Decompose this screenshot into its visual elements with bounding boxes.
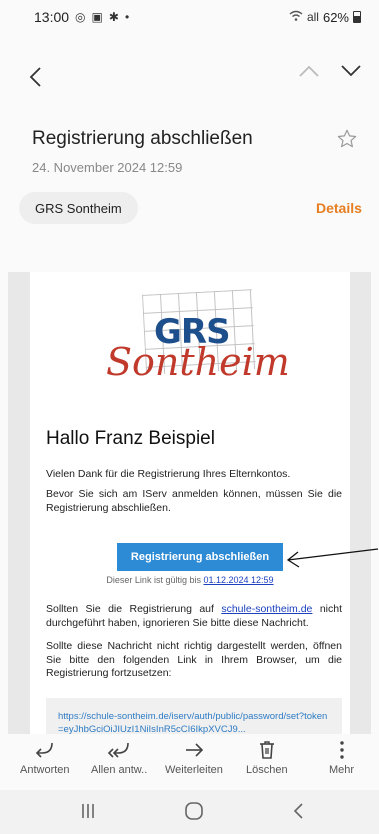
more-label: Mehr — [329, 764, 355, 776]
back-button[interactable] — [28, 66, 42, 92]
more-button[interactable]: Mehr — [329, 740, 354, 776]
reply-button[interactable]: Antworten — [20, 740, 70, 776]
nav-row — [0, 58, 379, 98]
back-arrow-icon — [293, 803, 303, 819]
greeting: Hallo Franz Beispiel — [46, 428, 215, 449]
mail-card: GRS Sontheim Hallo Franz Beispiel Vielen… — [30, 272, 350, 734]
mail-subject: Registrierung abschließen — [32, 128, 253, 149]
forward-icon — [185, 743, 204, 757]
system-back-button[interactable] — [292, 802, 304, 825]
mail-date: 24. November 2024 12:59 — [32, 160, 183, 175]
chevron-left-icon — [29, 67, 41, 87]
school-logo: GRS Sontheim — [106, 289, 290, 388]
delete-button[interactable]: Löschen — [246, 740, 288, 776]
link-validity: Dieser Link ist gültig bis 01.12.2024 12… — [30, 575, 350, 585]
star-button[interactable] — [336, 128, 358, 155]
battery-percent: 62% — [322, 9, 349, 25]
reply-all-icon — [107, 742, 129, 758]
recent-apps-button[interactable] — [80, 802, 96, 825]
wifi-icon — [289, 10, 303, 25]
battery-icon — [353, 11, 361, 23]
fallback-link-box[interactable]: https://schule-sontheim.de/iserv/auth/pu… — [46, 698, 342, 734]
school-website-link[interactable]: schule-sontheim.de — [221, 603, 312, 615]
chevron-up-icon — [299, 65, 319, 77]
sender-chip[interactable]: GRS Sontheim — [19, 192, 138, 224]
paragraph-thanks: Vielen Dank für die Registrierung Ihres … — [46, 468, 291, 480]
reply-label: Antworten — [20, 764, 70, 776]
status-left: 13:00 ◎ ▣ ✱ • — [34, 9, 129, 25]
ignore-text-before: Sollten Sie die Registrierung auf — [46, 603, 214, 615]
status-bar: 13:00 ◎ ▣ ✱ • all 62% — [0, 0, 379, 34]
gallery-icon: ▣ — [91, 10, 103, 24]
system-nav-bar — [0, 790, 379, 834]
mail-body-frame: GRS Sontheim Hallo Franz Beispiel Vielen… — [8, 272, 371, 734]
complete-registration-button[interactable]: Registrierung abschließen — [117, 543, 283, 571]
status-time: 13:00 — [34, 9, 70, 25]
notification-dot: • — [124, 10, 130, 24]
logo-sontheim-text: Sontheim — [106, 340, 290, 384]
home-icon — [185, 802, 203, 820]
details-link[interactable]: Details — [316, 200, 362, 216]
reply-all-label: Allen antw.. — [91, 764, 148, 776]
forward-label: Weiterleiten — [165, 764, 223, 776]
chevron-down-icon — [341, 65, 361, 77]
validity-date[interactable]: 01.12.2024 12:59 — [203, 575, 273, 585]
trash-icon — [259, 741, 274, 759]
reply-all-button[interactable]: Allen antw.. — [91, 740, 147, 776]
validity-text: Dieser Link ist gültig bis — [106, 575, 201, 585]
recent-apps-icon — [82, 804, 94, 818]
whatsapp-icon: ◎ — [75, 10, 86, 24]
more-vertical-icon — [339, 741, 344, 759]
paragraph-fallback: Sollte diese Nachricht nicht richtig dar… — [46, 640, 342, 679]
star-icon — [337, 129, 357, 148]
paragraph-instructions: Bevor Sie sich am IServ anmelden können,… — [46, 488, 342, 514]
action-toolbar: Antworten Allen antw.. Weiterleiten Lösc… — [0, 734, 379, 786]
status-right: all 62% — [289, 10, 361, 25]
paragraph-ignore: Sollten Sie die Registrierung auf schule… — [46, 603, 342, 630]
signal-text: all — [306, 10, 319, 24]
forward-button[interactable]: Weiterleiten — [165, 740, 223, 776]
settings-icon: ✱ — [108, 10, 119, 24]
fallback-link[interactable]: https://schule-sontheim.de/iserv/auth/pu… — [58, 711, 327, 734]
home-button[interactable] — [184, 802, 204, 825]
next-mail-button[interactable] — [340, 64, 362, 78]
annotation-arrow-icon — [286, 548, 379, 568]
delete-label: Löschen — [246, 764, 288, 776]
reply-icon — [35, 742, 53, 758]
previous-mail-button[interactable] — [298, 64, 320, 78]
